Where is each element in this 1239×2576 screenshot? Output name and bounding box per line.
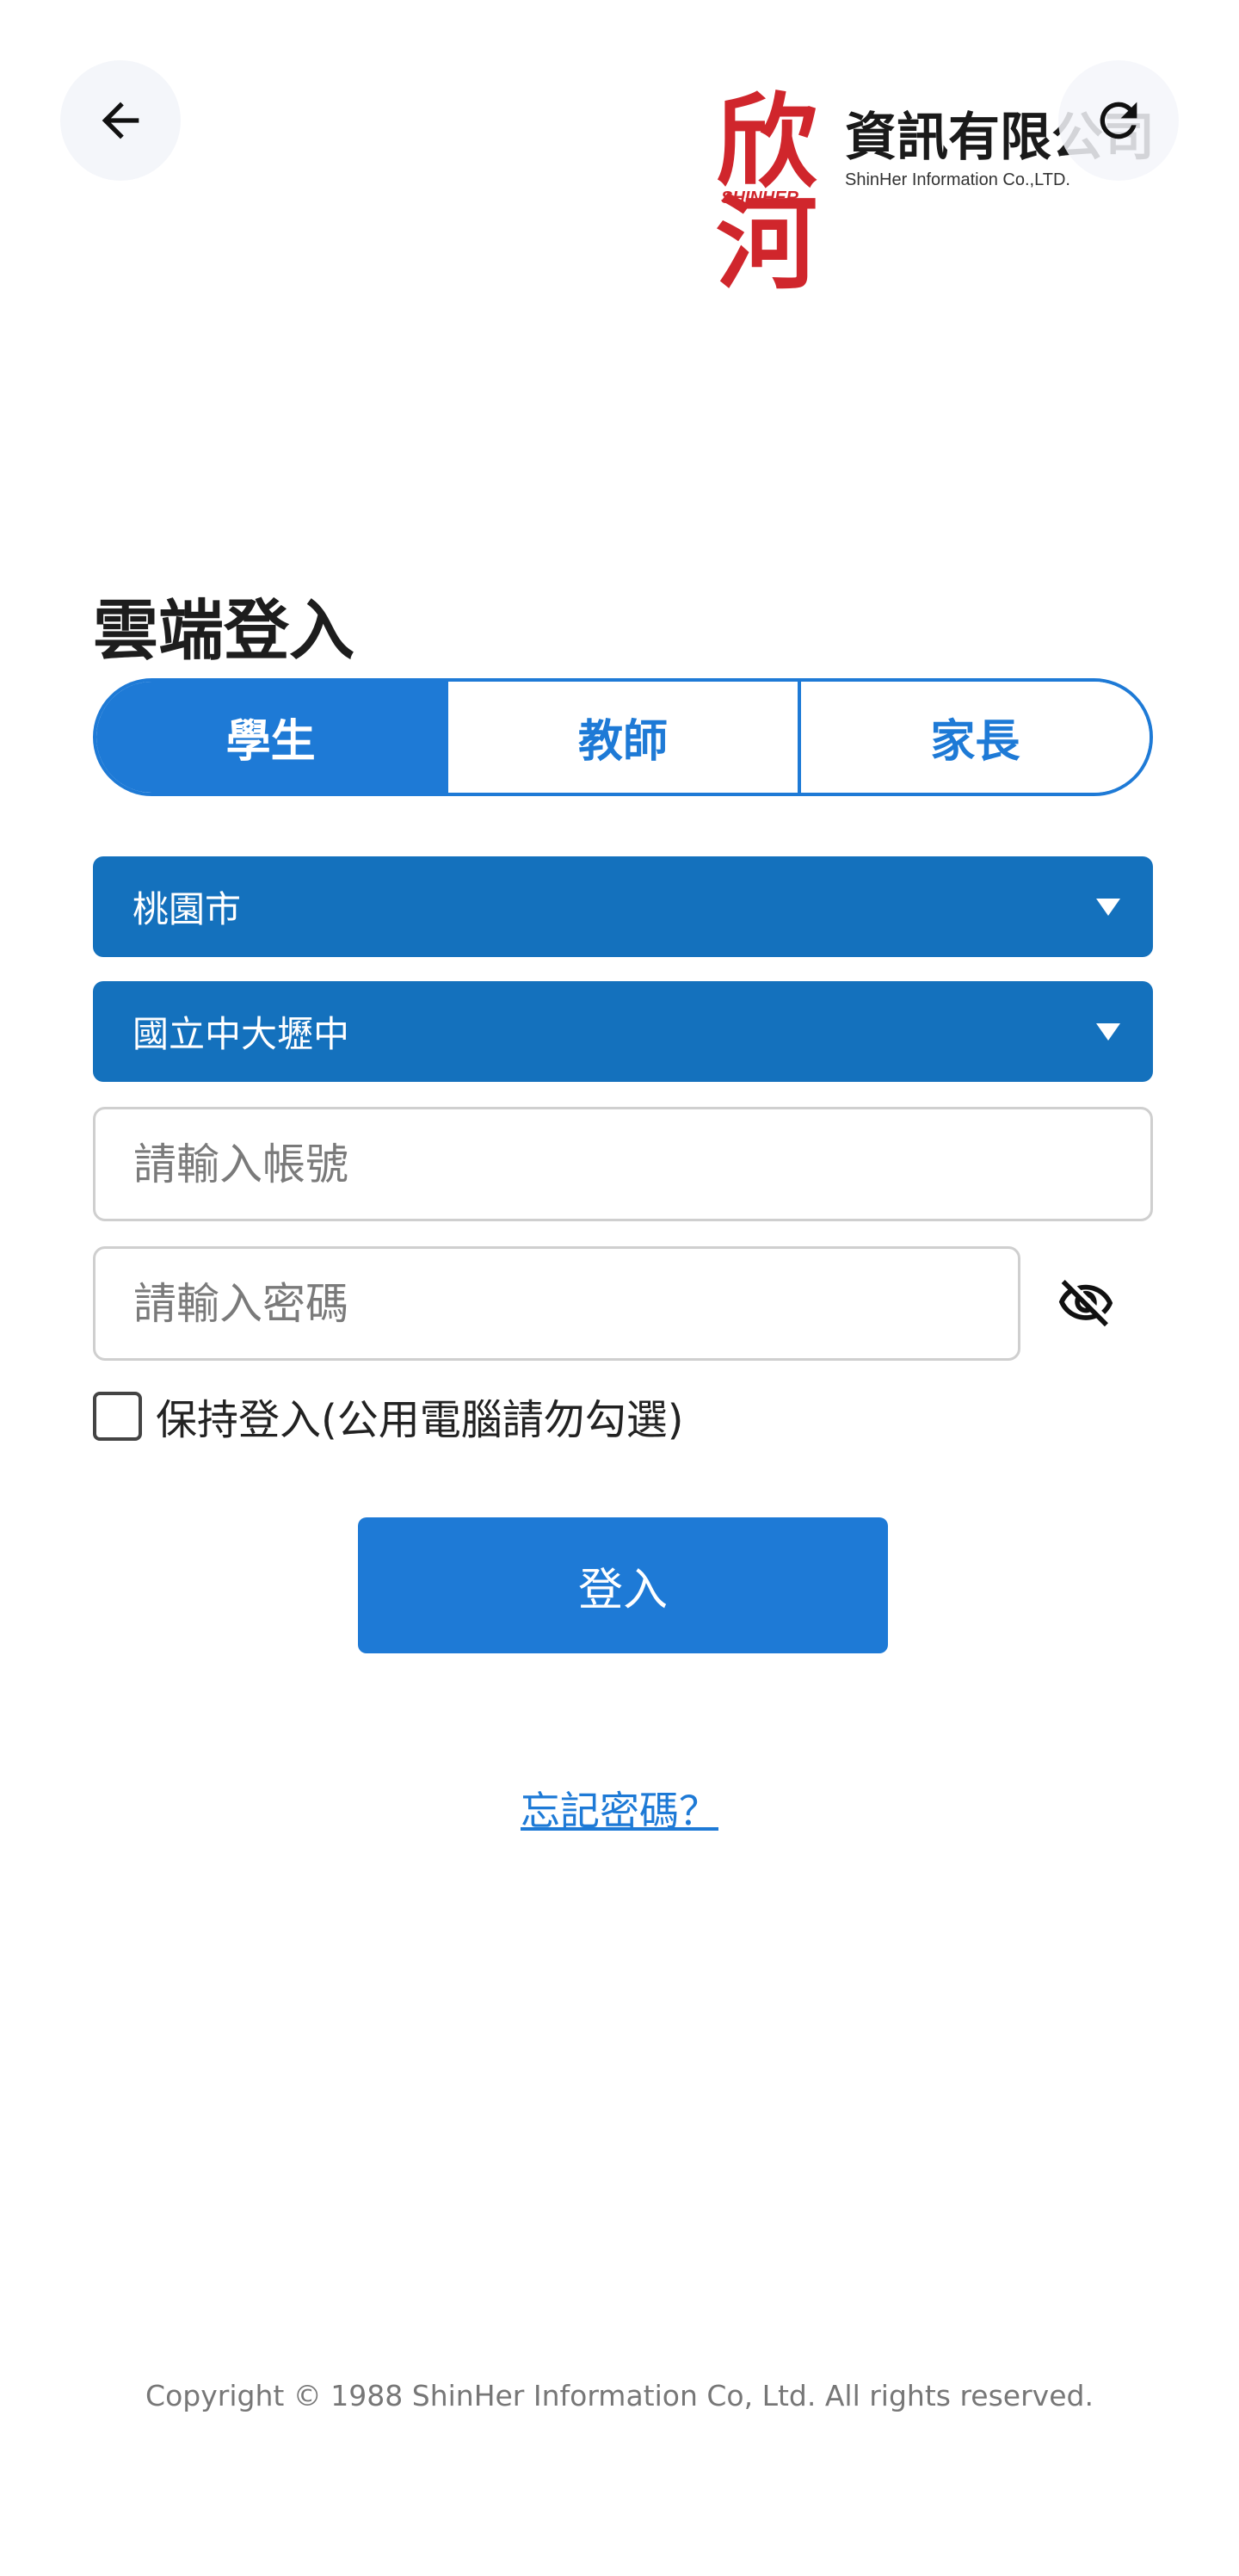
role-tabs: 學生 教師 家長 (93, 678, 1153, 796)
tab-teacher[interactable]: 教師 (445, 682, 798, 793)
caret-down-icon (1096, 898, 1120, 916)
caret-down-icon (1096, 1022, 1120, 1041)
school-select-value: 國立中大壢中 (133, 1013, 350, 1055)
copyright-text: Copyright © 1988 ShinHer Information Co,… (145, 2379, 1094, 2412)
login-page: 欣河 SHINHER 資訊有限公司 ShinHer Information Co… (0, 0, 1239, 2576)
eye-off-icon (1058, 1279, 1113, 1327)
logo-mark: 欣河 SHINHER (716, 86, 836, 294)
arrow-left-icon (102, 102, 139, 139)
city-select-value: 桃園市 (133, 888, 242, 930)
refresh-button[interactable] (1058, 60, 1179, 181)
remember-login: 保持登入(公用電腦請勿勾選) (93, 1386, 683, 1446)
city-select[interactable]: 桃園市 (93, 856, 1153, 957)
tab-student[interactable]: 學生 (96, 682, 446, 793)
login-button[interactable]: 登入 (358, 1517, 888, 1653)
page-title: 雲端登入 (93, 592, 354, 669)
tab-parent[interactable]: 家長 (797, 682, 1150, 793)
toggle-password-visibility-button[interactable] (1051, 1269, 1120, 1337)
logo-tagline: SHINHER (721, 188, 799, 207)
password-input[interactable] (93, 1246, 1020, 1361)
remember-label[interactable]: 保持登入(公用電腦請勿勾選) (156, 1386, 683, 1446)
account-input[interactable] (93, 1107, 1153, 1221)
remember-checkbox[interactable] (93, 1391, 142, 1441)
back-button[interactable] (60, 60, 181, 181)
forgot-password-link[interactable]: 忘記密碼？ (0, 1780, 1239, 1837)
refresh-icon (1100, 102, 1137, 139)
school-select[interactable]: 國立中大壢中 (93, 981, 1153, 1082)
